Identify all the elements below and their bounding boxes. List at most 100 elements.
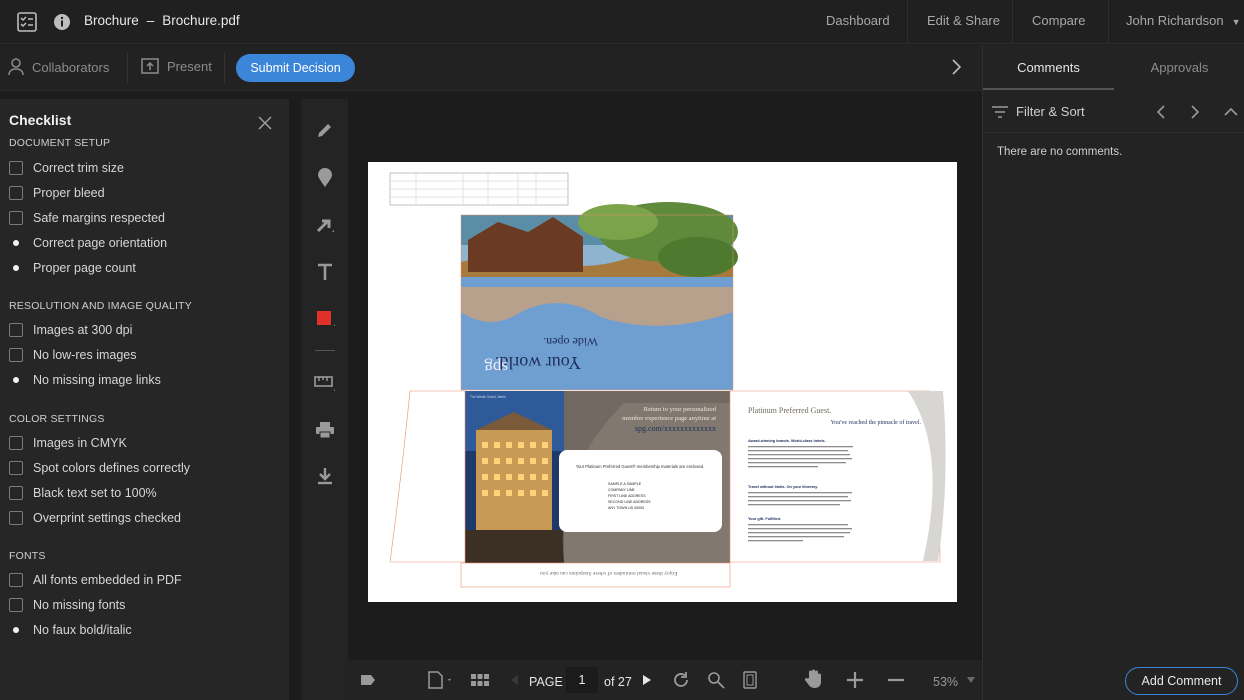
address-line-1: SAMPLE A SAMPLE xyxy=(608,482,642,486)
present-button[interactable]: Present xyxy=(141,58,212,74)
checkbox[interactable] xyxy=(9,348,23,362)
submit-decision-button[interactable]: Submit Decision xyxy=(236,54,355,82)
checklist-item-label: All fonts embedded in PDF xyxy=(33,573,182,587)
document-page[interactable]: Your world. Wide open. spg The Westin Gr… xyxy=(368,162,957,602)
filter-sort-label[interactable]: Filter & Sort xyxy=(1016,104,1085,119)
chevron-left-icon[interactable] xyxy=(1156,105,1166,119)
search-icon[interactable] xyxy=(707,671,725,689)
checklist-item[interactable]: Images in CMYK xyxy=(9,434,127,452)
grid-view-icon[interactable] xyxy=(471,674,489,686)
text-icon[interactable] xyxy=(312,259,338,285)
nav-edit-share[interactable]: Edit & Share xyxy=(927,13,1000,28)
user-name: John Richardson xyxy=(1126,13,1224,28)
hand-pan-icon[interactable] xyxy=(805,669,823,689)
pencil-icon[interactable] xyxy=(312,117,338,143)
checkbox[interactable] xyxy=(9,511,23,525)
checklist-item[interactable]: Proper bleed xyxy=(9,184,105,202)
previous-page-icon[interactable] xyxy=(511,675,519,685)
checklist-item[interactable]: Proper page count xyxy=(9,259,136,277)
section-color-settings: COLOR SETTINGS xyxy=(9,413,105,425)
return-url: spg.com/xxxxxxxxxxxxx xyxy=(635,424,716,433)
filter-icon[interactable] xyxy=(992,106,1008,118)
action-bar: Collaborators Present Submit Decision xyxy=(0,45,982,91)
checkbox[interactable] xyxy=(9,461,23,475)
checkbox[interactable] xyxy=(9,211,23,225)
checklist-item[interactable]: Black text set to 100% xyxy=(9,484,157,502)
chevron-up-icon[interactable] xyxy=(1224,107,1238,117)
actionbar-divider xyxy=(127,53,128,83)
file-name: Brochure.pdf xyxy=(162,13,240,28)
checkbox[interactable] xyxy=(9,323,23,337)
page-view-icon[interactable] xyxy=(428,671,454,689)
tab-approvals[interactable]: Approvals xyxy=(1114,45,1244,90)
zoom-level[interactable]: 53% xyxy=(933,675,958,689)
close-icon[interactable] xyxy=(258,116,272,133)
nav-divider xyxy=(1012,0,1013,44)
chevron-right-icon[interactable] xyxy=(950,58,962,79)
chevron-down-icon: ▼ xyxy=(1231,17,1241,27)
checklist-item[interactable]: Overprint settings checked xyxy=(9,509,181,527)
checkbox[interactable] xyxy=(9,573,23,587)
bottom-toolbar: PAGE 1 of 27 53% xyxy=(348,660,982,700)
checklist-item[interactable]: No faux bold/italic xyxy=(9,621,132,639)
panel-body-lines xyxy=(748,446,853,542)
pin-icon[interactable] xyxy=(312,165,338,191)
refresh-icon[interactable] xyxy=(672,671,690,689)
checklist-icon[interactable] xyxy=(15,10,39,34)
checklist-item[interactable]: Images at 300 dpi xyxy=(9,321,132,339)
section-resolution: RESOLUTION AND IMAGE QUALITY xyxy=(9,300,192,312)
fit-page-icon[interactable] xyxy=(743,671,757,689)
checklist-item-label: No missing image links xyxy=(33,373,161,387)
arrow-icon[interactable] xyxy=(312,213,338,239)
color-swatch-icon[interactable] xyxy=(312,306,338,332)
nav-dashboard[interactable]: Dashboard xyxy=(826,13,890,28)
panel-head-1: Award-winning brands. World-class hotels… xyxy=(748,439,826,443)
no-comments-text: There are no comments. xyxy=(997,146,1123,158)
add-comment-button[interactable]: Add Comment xyxy=(1125,667,1238,695)
checklist-item[interactable]: Correct trim size xyxy=(9,159,124,177)
checklist-item[interactable]: All fonts embedded in PDF xyxy=(9,571,182,589)
brand-flipped: spg xyxy=(484,358,508,377)
print-icon[interactable] xyxy=(312,417,338,443)
checklist-item[interactable]: Spot colors defines correctly xyxy=(9,459,190,477)
address-line-4: SECOND LINE ADDRESS xyxy=(608,500,651,504)
bullet-dot-icon xyxy=(9,261,23,275)
ruler-icon[interactable] xyxy=(312,370,338,396)
next-page-icon[interactable] xyxy=(643,675,651,685)
tag-icon[interactable] xyxy=(360,674,376,686)
nav-compare[interactable]: Compare xyxy=(1032,13,1085,28)
bullet-dot-icon xyxy=(9,623,23,637)
address-line-2: COMPANY LINE xyxy=(608,488,635,492)
zoom-in-icon[interactable] xyxy=(846,671,864,689)
section-document-setup: DOCUMENT SETUP xyxy=(9,137,111,149)
nav-divider xyxy=(907,0,908,44)
checklist-item[interactable]: No missing image links xyxy=(9,371,161,389)
document-canvas[interactable]: Your world. Wide open. spg The Westin Gr… xyxy=(348,91,982,658)
download-icon[interactable] xyxy=(312,463,338,489)
user-menu[interactable]: John Richardson ▼ xyxy=(1126,13,1240,28)
checklist-item-label: Proper page count xyxy=(33,261,136,275)
subline-flipped: Wide open. xyxy=(543,335,598,349)
address-line-3: FIRST LINE ADDRESS xyxy=(608,494,646,498)
checklist-item-label: No faux bold/italic xyxy=(33,623,132,637)
checkbox[interactable] xyxy=(9,598,23,612)
checklist-item[interactable]: No missing fonts xyxy=(9,596,125,614)
zoom-out-icon[interactable] xyxy=(887,671,905,689)
checkbox[interactable] xyxy=(9,161,23,175)
checklist-item-label: Black text set to 100% xyxy=(33,486,157,500)
checkbox[interactable] xyxy=(9,486,23,500)
info-icon[interactable] xyxy=(50,10,74,34)
brochure-artwork: Your world. Wide open. spg The Westin Gr… xyxy=(389,172,946,588)
chevron-right-icon[interactable] xyxy=(1190,105,1200,119)
collaborators-button[interactable]: Collaborators xyxy=(8,58,109,76)
checkbox[interactable] xyxy=(9,186,23,200)
page-number-input[interactable]: 1 xyxy=(566,667,598,693)
checklist-item[interactable]: Safe margins respected xyxy=(9,209,165,227)
hotel-caption: The Westin Grand, Berlin xyxy=(470,395,506,399)
checklist-item[interactable]: No low-res images xyxy=(9,346,137,364)
checklist-item[interactable]: Correct page orientation xyxy=(9,234,167,252)
tab-comments[interactable]: Comments xyxy=(983,45,1114,90)
checkbox[interactable] xyxy=(9,436,23,450)
document-title: Brochure – Brochure.pdf xyxy=(84,13,240,28)
zoom-dropdown-icon[interactable] xyxy=(967,677,975,683)
